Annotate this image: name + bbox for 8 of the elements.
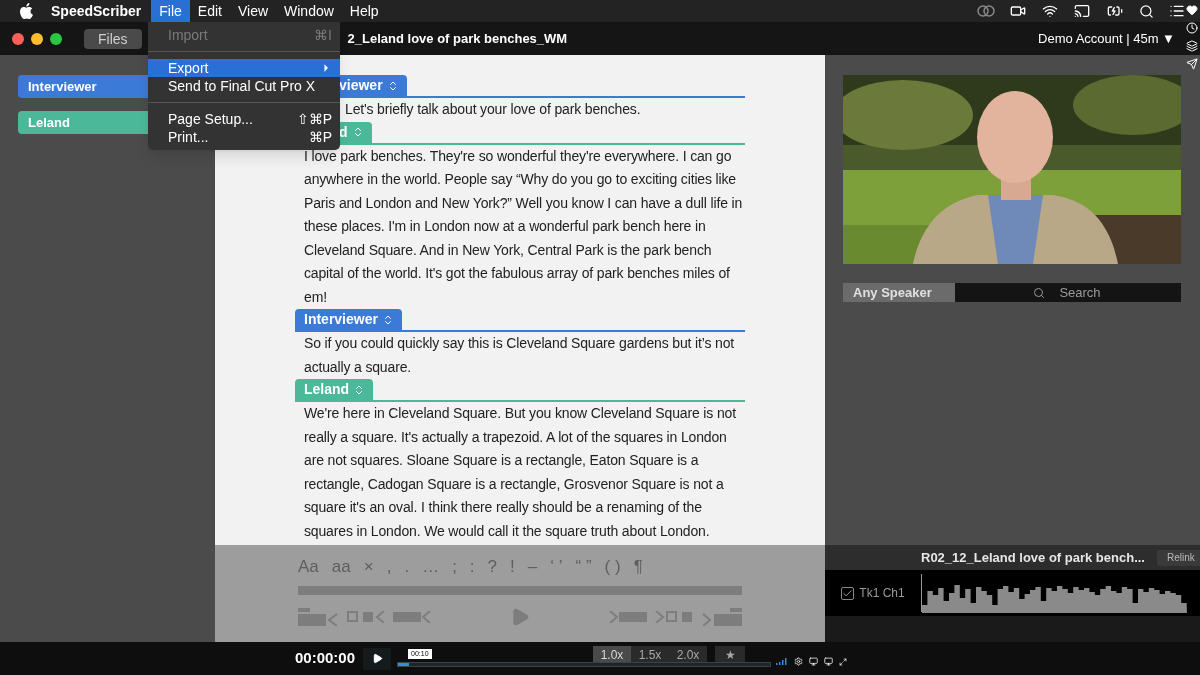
audio-file-name: R02_12_Leland love of park bench... xyxy=(921,548,1145,567)
track-label: Tk1 Ch1 xyxy=(859,585,905,602)
transcript-paragraph: So if you could quickly say this is Cleveland Square gardens but it’s not actually a square. xyxy=(303,334,736,377)
transcript-paragraph: Let's briefly talk about your love of park benches. xyxy=(345,100,642,119)
timecode: 00:00:00 xyxy=(295,648,356,669)
transcript-paragraph: I love park benches. They're so wonderful they're everywhere. I can go anywhere in the world. People say “Why do you go to exciting cities like Paris and London and New York?” Well you know I can have a dull life in these places. I'm in London now at a wonderful park bench here in Cleveland Square. And in New York, Central Park is the park bench capital of the world. It's got the fabulous array of park benches miles of em! xyxy=(303,146,744,307)
transcript-paragraph: We're here in Cleveland Square. But you know Cleveland Square is not really a square. It's actually a trapezoid. A lot of the squares in London are not squares. Sloane Square is a rectangle, Eaton Square is a rectangle, Cadogan Square is a rectangle, Grosvenor Square is not a square it's an oval. I think there really should be a renaming of the squares in London. We would call it the square truth about London. xyxy=(303,404,737,541)
window-title: 2_Leland love of park benches_WM xyxy=(347,29,568,48)
